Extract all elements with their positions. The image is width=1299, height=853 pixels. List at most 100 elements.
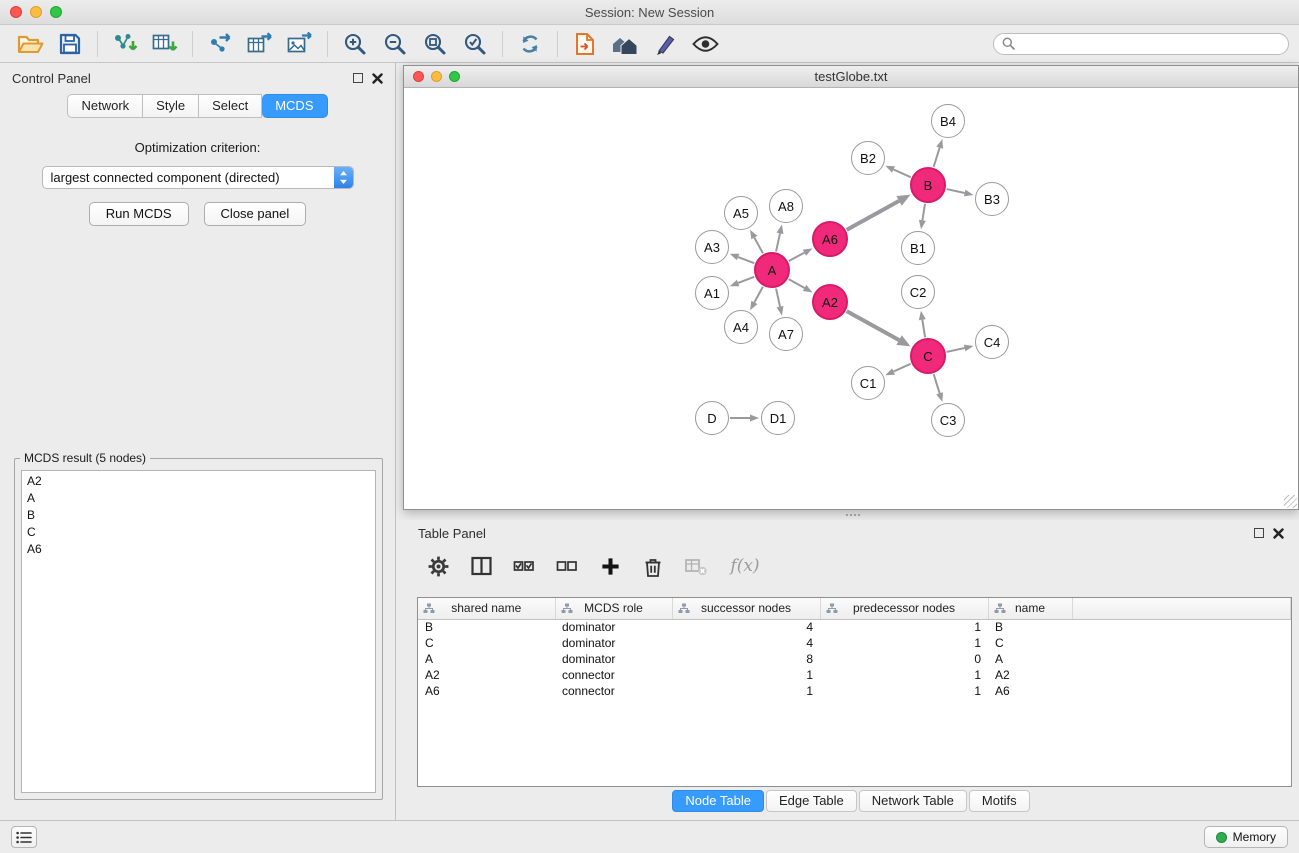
graph-node-A1[interactable]: A1 — [695, 276, 729, 310]
graph-edge-A6-B[interactable] — [847, 201, 899, 230]
table-tab-network-table[interactable]: Network Table — [859, 790, 967, 812]
graph-edge-C-C2[interactable] — [922, 320, 925, 338]
table-cell[interactable]: A2 — [418, 667, 555, 683]
graph-node-D[interactable]: D — [695, 401, 729, 435]
table-cell[interactable]: 1 — [820, 667, 988, 683]
table-cell[interactable]: A — [988, 651, 1072, 667]
show-columns-button[interactable] — [468, 553, 494, 579]
export-image-button[interactable] — [280, 28, 320, 60]
window-resize-grip[interactable] — [1284, 495, 1297, 508]
zoom-selected-button[interactable] — [455, 28, 495, 60]
graph-edge-A2-C[interactable] — [847, 311, 899, 340]
close-network-window-button[interactable] — [413, 71, 424, 82]
graph-edge-A-A2[interactable] — [789, 279, 805, 288]
toggle-visibility-button[interactable] — [685, 28, 725, 60]
graph-edge-B-B1[interactable] — [922, 204, 925, 221]
graph-edge-A-A1[interactable] — [738, 277, 754, 283]
graph-node-B[interactable]: B — [910, 167, 946, 203]
graph-edge-B-B2[interactable] — [894, 169, 911, 177]
table-cell[interactable]: 1 — [820, 619, 988, 635]
refresh-button[interactable] — [510, 28, 550, 60]
unselect-all-button[interactable] — [554, 553, 580, 579]
graph-node-B1[interactable]: B1 — [901, 231, 935, 265]
column-header-shared-name[interactable]: shared name — [418, 598, 555, 619]
table-cell[interactable]: B — [418, 619, 555, 635]
table-tab-node-table[interactable]: Node Table — [672, 790, 764, 812]
graph-node-C[interactable]: C — [910, 338, 946, 374]
table-cell[interactable]: dominator — [555, 651, 672, 667]
table-cell[interactable]: 0 — [820, 651, 988, 667]
tab-select[interactable]: Select — [199, 94, 262, 118]
export-table-button[interactable] — [240, 28, 280, 60]
close-panel-button[interactable]: Close panel — [204, 202, 307, 226]
zoom-fit-button[interactable] — [415, 28, 455, 60]
add-row-button[interactable] — [597, 553, 623, 579]
column-header-name[interactable]: name — [988, 598, 1072, 619]
show-panels-button[interactable] — [11, 826, 37, 848]
graph-node-D1[interactable]: D1 — [761, 401, 795, 435]
mcds-result-item[interactable]: A2 — [22, 473, 375, 490]
table-settings-button[interactable] — [425, 553, 451, 579]
graph-node-A7[interactable]: A7 — [769, 317, 803, 351]
table-tab-motifs[interactable]: Motifs — [969, 790, 1030, 812]
close-table-panel-icon[interactable] — [1273, 528, 1284, 539]
column-header-successor-nodes[interactable]: successor nodes — [672, 598, 820, 619]
panel-divider-handle[interactable] — [845, 513, 861, 518]
graph-node-A8[interactable]: A8 — [769, 189, 803, 223]
graph-edge-C-C4[interactable] — [947, 348, 965, 352]
run-mcds-button[interactable]: Run MCDS — [89, 202, 189, 226]
tab-network[interactable]: Network — [67, 94, 143, 118]
graph-node-C2[interactable]: C2 — [901, 275, 935, 309]
float-table-panel-icon[interactable] — [1254, 528, 1264, 538]
network-canvas[interactable]: B4B2BB3A8A5A6A3B1AC2A1A2A4A7C4CC1C3DD1 — [404, 88, 1298, 509]
table-cell[interactable]: B — [988, 619, 1072, 635]
table-cell[interactable]: 1 — [820, 683, 988, 699]
table-cell[interactable]: 1 — [672, 667, 820, 683]
graph-edge-A-A3[interactable] — [738, 257, 754, 263]
graph-node-A2[interactable]: A2 — [812, 284, 848, 320]
graph-node-B3[interactable]: B3 — [975, 182, 1009, 216]
graph-node-C1[interactable]: C1 — [851, 366, 885, 400]
delete-row-button[interactable] — [640, 553, 666, 579]
memory-button[interactable]: Memory — [1204, 826, 1288, 848]
float-panel-icon[interactable] — [353, 73, 363, 83]
mcds-result-item[interactable]: A6 — [22, 541, 375, 558]
optimization-criterion-select[interactable]: largest connected component (directed) — [42, 166, 354, 189]
import-network-button[interactable] — [105, 28, 145, 60]
table-cell[interactable]: C — [988, 635, 1072, 651]
table-cell[interactable]: 4 — [672, 619, 820, 635]
open-session-button[interactable] — [10, 28, 50, 60]
search-input[interactable] — [1020, 37, 1280, 51]
graph-node-B4[interactable]: B4 — [931, 104, 965, 138]
minimize-network-window-button[interactable] — [431, 71, 442, 82]
delete-table-button[interactable] — [683, 553, 709, 579]
home-button[interactable] — [605, 28, 645, 60]
table-cell[interactable]: dominator — [555, 619, 672, 635]
select-all-button[interactable] — [511, 553, 537, 579]
graph-node-B2[interactable]: B2 — [851, 141, 885, 175]
graph-edge-B-B4[interactable] — [934, 148, 940, 167]
table-cell[interactable]: A6 — [988, 683, 1072, 699]
search-field[interactable] — [993, 33, 1289, 55]
graph-edge-A-A7[interactable] — [776, 289, 780, 307]
graph-edge-A-A8[interactable] — [776, 233, 780, 251]
table-tab-edge-table[interactable]: Edge Table — [766, 790, 857, 812]
minimize-window-button[interactable] — [30, 6, 42, 18]
graph-node-C4[interactable]: C4 — [975, 325, 1009, 359]
mcds-result-item[interactable]: B — [22, 507, 375, 524]
graph-node-A4[interactable]: A4 — [724, 310, 758, 344]
table-cell[interactable]: 4 — [672, 635, 820, 651]
graph-node-A5[interactable]: A5 — [724, 196, 758, 230]
graph-node-C3[interactable]: C3 — [931, 403, 965, 437]
table-cell[interactable]: C — [418, 635, 555, 651]
close-window-button[interactable] — [10, 6, 22, 18]
mcds-result-item[interactable]: C — [22, 524, 375, 541]
table-cell[interactable]: A6 — [418, 683, 555, 699]
tab-style[interactable]: Style — [143, 94, 199, 118]
import-table-button[interactable] — [145, 28, 185, 60]
table-cell[interactable]: 8 — [672, 651, 820, 667]
graph-edge-C-C3[interactable] — [934, 374, 940, 393]
zoom-in-button[interactable] — [335, 28, 375, 60]
table-cell[interactable]: 1 — [820, 635, 988, 651]
graph-node-A[interactable]: A — [754, 252, 790, 288]
